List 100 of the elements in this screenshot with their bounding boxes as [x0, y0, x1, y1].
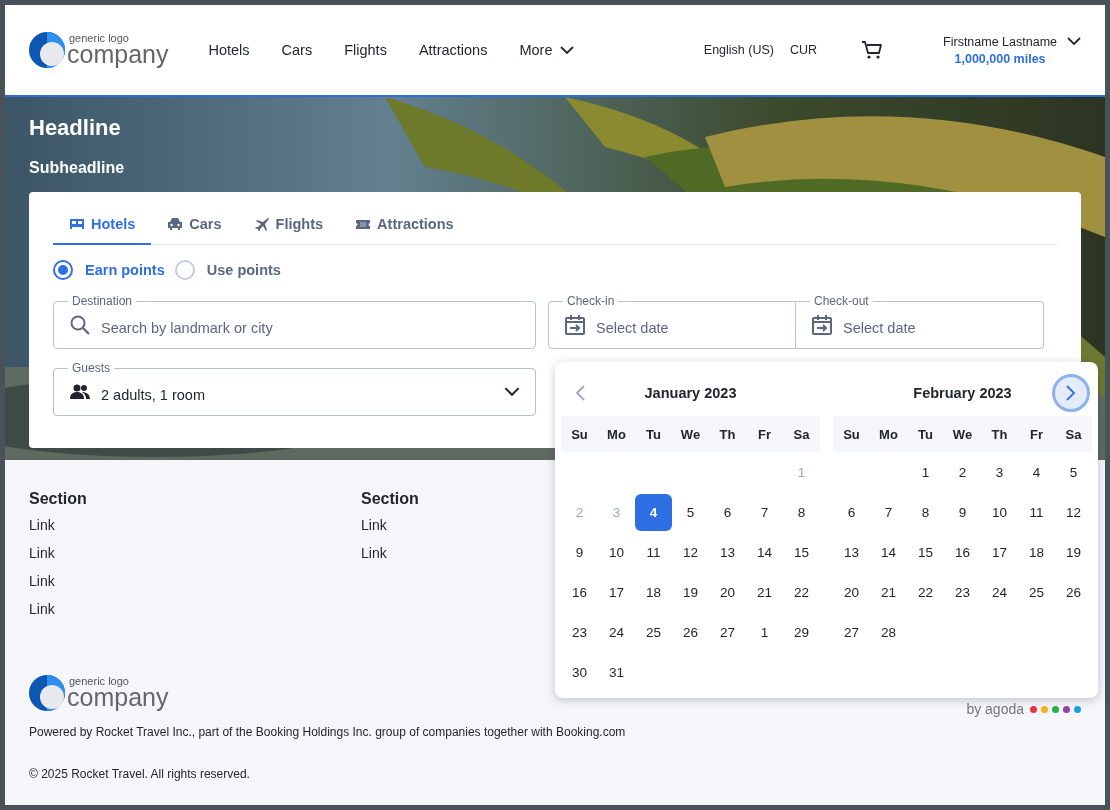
- calendar-day[interactable]: 16: [944, 533, 981, 571]
- calendar-day[interactable]: 25: [1018, 573, 1055, 611]
- calendar-day[interactable]: 17: [981, 533, 1018, 571]
- calendar-day[interactable]: 27: [833, 613, 870, 651]
- calendar-day[interactable]: 26: [672, 613, 709, 651]
- nav-link[interactable]: Flights: [328, 36, 403, 64]
- calendar-day[interactable]: 24: [981, 573, 1018, 611]
- chevron-down-icon: [1067, 37, 1081, 46]
- tab[interactable]: Flights: [237, 206, 340, 245]
- nav-link[interactable]: Cars: [265, 36, 329, 64]
- calendar-day[interactable]: 1: [746, 613, 783, 651]
- calendar-day[interactable]: 1: [907, 453, 944, 491]
- calendar-day[interactable]: 18: [635, 573, 672, 611]
- logo-icon: [29, 32, 65, 68]
- calendar-day[interactable]: 13: [709, 533, 746, 571]
- calendar-icon: [811, 314, 833, 336]
- footer-link[interactable]: Link: [29, 601, 55, 617]
- calendar-day[interactable]: 4: [1018, 453, 1055, 491]
- text-input[interactable]: Select date: [843, 320, 1028, 336]
- logo-tagline: generic logo: [69, 676, 130, 687]
- ticket-icon: [355, 217, 372, 231]
- search-icon: [69, 314, 91, 336]
- calendar-day[interactable]: 2: [944, 453, 981, 491]
- calendar-day[interactable]: 3: [981, 453, 1018, 491]
- calendar-day[interactable]: 5: [1055, 453, 1092, 491]
- calendar-day[interactable]: 17: [598, 573, 635, 611]
- calendar-day[interactable]: 27: [709, 613, 746, 651]
- currency-selector[interactable]: CUR: [789, 43, 818, 57]
- calendar-day[interactable]: 8: [907, 493, 944, 531]
- radio-button[interactable]: [53, 260, 73, 280]
- weekday-label: Sa: [792, 426, 811, 442]
- calendar-day[interactable]: 12: [672, 533, 709, 571]
- calendar-day[interactable]: 14: [746, 533, 783, 571]
- radio-button[interactable]: [174, 260, 195, 280]
- calendar-day[interactable]: 15: [783, 533, 820, 571]
- tab[interactable]: Cars: [151, 206, 238, 245]
- date-field[interactable]: Check-out Select date: [796, 294, 1044, 349]
- calendar-day[interactable]: 9: [561, 533, 598, 571]
- selected-date[interactable]: 4: [635, 493, 672, 531]
- calendar-day[interactable]: 23: [944, 573, 981, 611]
- calendar-day[interactable]: 31: [598, 653, 635, 691]
- menu-link[interactable]: More: [503, 36, 591, 64]
- calendar-day[interactable]: 11: [1018, 493, 1055, 531]
- footer-link[interactable]: Link: [361, 517, 387, 533]
- radio-label[interactable]: Use points: [206, 262, 281, 278]
- calendar-day[interactable]: 5: [672, 493, 709, 531]
- calendar-day[interactable]: 10: [981, 493, 1018, 531]
- calendar-day[interactable]: 19: [672, 573, 709, 611]
- search-field[interactable]: Destination Search by landmark or city: [53, 294, 536, 349]
- chevron-down-icon: [560, 45, 575, 55]
- calendar-day[interactable]: 12: [1055, 493, 1092, 531]
- calendar-day[interactable]: 13: [833, 533, 870, 571]
- calendar-day[interactable]: 6: [709, 493, 746, 531]
- calendar-day[interactable]: 26: [1055, 573, 1092, 611]
- footer-link[interactable]: Link: [361, 545, 387, 561]
- guests-dropdown[interactable]: Guests 2 adults, 1 room: [53, 361, 536, 416]
- text-input[interactable]: Select date: [596, 320, 780, 336]
- radio-label[interactable]: Earn points: [85, 262, 165, 278]
- calendar-day[interactable]: 7: [870, 493, 907, 531]
- calendar-day[interactable]: 19: [1055, 533, 1092, 571]
- calendar-day[interactable]: 11: [635, 533, 672, 571]
- calendar-day[interactable]: 22: [907, 573, 944, 611]
- calendar-day[interactable]: 23: [561, 613, 598, 651]
- next-month-button[interactable]: [1052, 374, 1090, 412]
- tab[interactable]: Hotels: [53, 206, 152, 245]
- language-selector[interactable]: English (US): [703, 43, 774, 57]
- calendar-day[interactable]: 6: [833, 493, 870, 531]
- calendar-day[interactable]: 28: [870, 613, 907, 651]
- month-title: February 2023: [912, 385, 1013, 401]
- calendar-day[interactable]: 25: [635, 613, 672, 651]
- calendar-day[interactable]: 18: [1018, 533, 1055, 571]
- calendar-day[interactable]: 20: [833, 573, 870, 611]
- date-field[interactable]: Check-in Select date: [548, 294, 796, 349]
- cart-icon[interactable]: [861, 40, 884, 60]
- calendar-day[interactable]: 15: [907, 533, 944, 571]
- plane-icon: [253, 217, 270, 231]
- calendar-day[interactable]: 8: [783, 493, 820, 531]
- footer-link[interactable]: Link: [29, 517, 55, 533]
- calendar-day[interactable]: 24: [598, 613, 635, 651]
- footer-link[interactable]: Link: [29, 573, 55, 589]
- calendar-day[interactable]: 16: [561, 573, 598, 611]
- calendar-day[interactable]: 21: [870, 573, 907, 611]
- user-name[interactable]: Firstname Lastname: [943, 34, 1057, 49]
- tab[interactable]: Attractions: [339, 206, 470, 245]
- calendar-day[interactable]: 7: [746, 493, 783, 531]
- calendar-day[interactable]: 20: [709, 573, 746, 611]
- nav-link[interactable]: Attractions: [402, 36, 504, 64]
- footer-link[interactable]: Link: [29, 545, 55, 561]
- calendar-day[interactable]: 21: [746, 573, 783, 611]
- calendar-day[interactable]: 29: [783, 613, 820, 651]
- calendar-day[interactable]: 30: [561, 653, 598, 691]
- calendar-day[interactable]: 9: [944, 493, 981, 531]
- weekday-label: Fr: [1029, 426, 1044, 442]
- chevron-right-icon: [1066, 385, 1076, 401]
- text-input[interactable]: Search by landmark or city: [101, 320, 520, 336]
- nav-link[interactable]: Hotels: [192, 36, 266, 64]
- logo-tagline: generic logo: [69, 33, 130, 44]
- calendar-day[interactable]: 10: [598, 533, 635, 571]
- calendar-day[interactable]: 14: [870, 533, 907, 571]
- calendar-day[interactable]: 22: [783, 573, 820, 611]
